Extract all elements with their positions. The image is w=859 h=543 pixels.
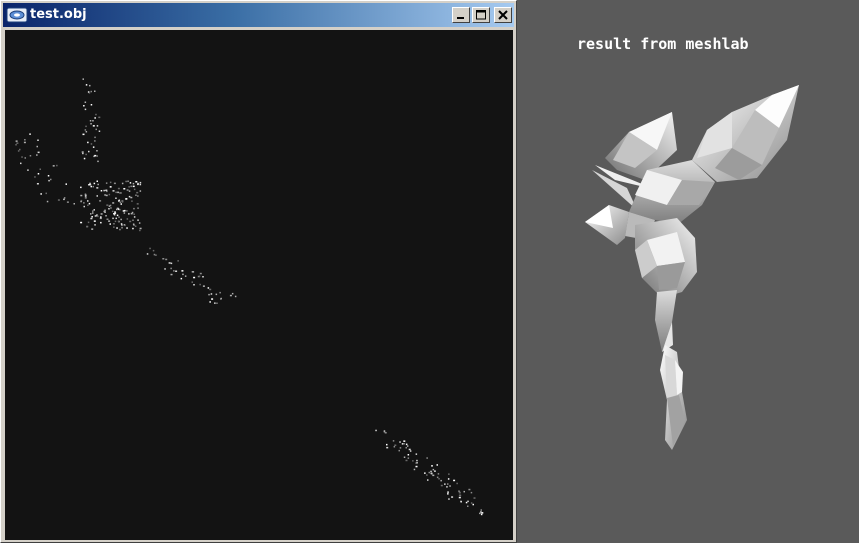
render-viewport[interactable] [5, 30, 513, 540]
maximize-button[interactable] [472, 7, 490, 23]
maximize-icon [476, 10, 486, 20]
minimize-icon [457, 17, 464, 19]
close-icon [498, 10, 508, 20]
app-window: test.obj [0, 0, 517, 543]
mesh-surface [585, 85, 799, 450]
point-cloud [15, 78, 484, 516]
close-button[interactable] [494, 7, 512, 23]
window-titlebar[interactable]: test.obj [3, 3, 514, 27]
minimize-button[interactable] [452, 7, 470, 23]
window-title: test.obj [30, 7, 87, 22]
app-window-icon [6, 7, 28, 23]
meshlab-panel: result from meshlab [517, 0, 859, 543]
mesh-render [585, 85, 799, 450]
